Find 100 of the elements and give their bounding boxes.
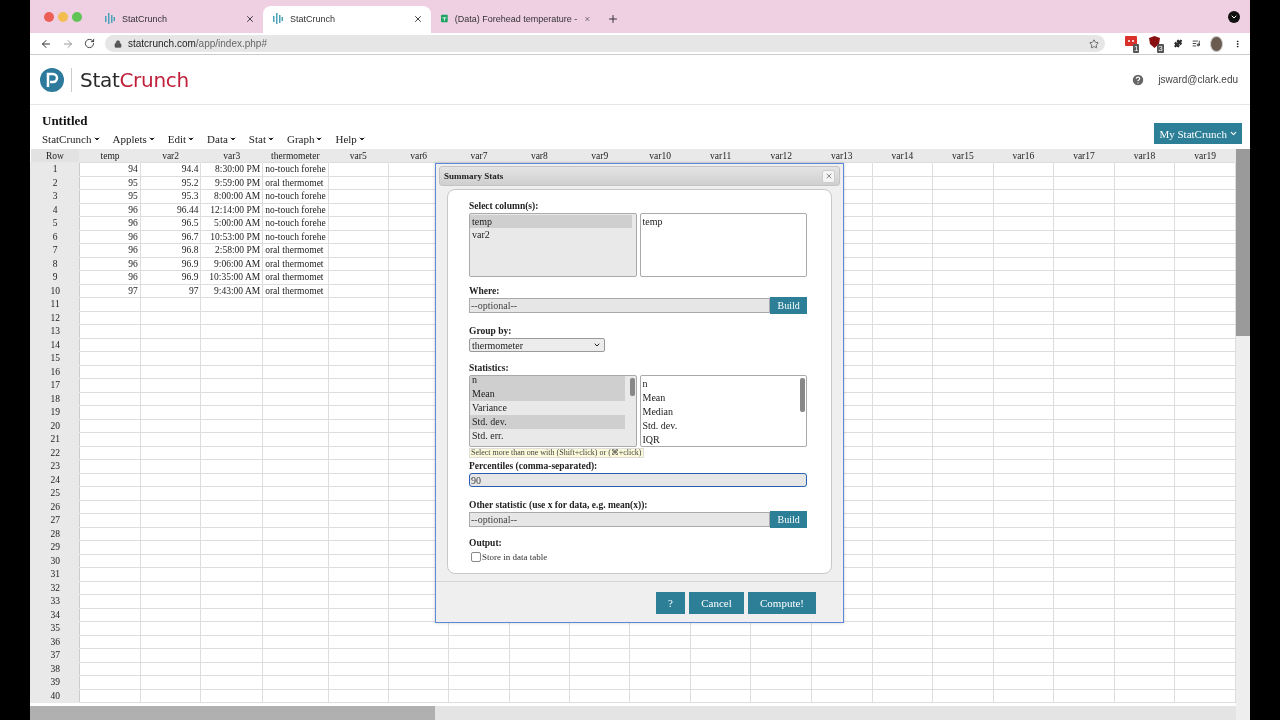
column-header[interactable]: var12 bbox=[750, 149, 812, 163]
caret-icon[interactable] bbox=[92, 135, 101, 143]
browser-tab[interactable]: (Data) Forehead temperature - bbox=[431, 6, 599, 33]
field-label: Other statistic (use x for data, e.g. mean(x)): bbox=[469, 500, 649, 511]
list-option[interactable]: Std. err. bbox=[470, 429, 625, 443]
column-header[interactable]: var18 bbox=[1114, 149, 1175, 163]
caret-icon[interactable] bbox=[593, 341, 601, 349]
percentiles-field[interactable]: 90 bbox=[469, 473, 807, 487]
spreadsheet-icon bbox=[441, 13, 448, 24]
close-icon[interactable] bbox=[413, 13, 423, 24]
list-option[interactable]: n bbox=[470, 376, 625, 387]
field-label: Group by: bbox=[469, 326, 513, 337]
menu-item[interactable]: Edit bbox=[167, 133, 196, 145]
column-header[interactable]: temp bbox=[79, 149, 141, 163]
dialog-button[interactable]: ? bbox=[656, 592, 685, 614]
scrollbar-thumb[interactable] bbox=[629, 378, 635, 396]
vertical-scrollbar[interactable] bbox=[1236, 149, 1250, 720]
list-option[interactable]: Std. dev. bbox=[470, 415, 625, 429]
list-option[interactable]: temp bbox=[470, 215, 632, 228]
column-header[interactable]: var10 bbox=[629, 149, 691, 163]
caret-icon[interactable] bbox=[357, 135, 366, 143]
avatar[interactable] bbox=[1210, 35, 1223, 52]
user-email[interactable]: jsward@clark.edu bbox=[1158, 74, 1238, 85]
puzzle-icon[interactable] bbox=[1173, 38, 1183, 49]
column-header[interactable]: var13 bbox=[811, 149, 873, 163]
build-button[interactable]: Build bbox=[770, 511, 807, 528]
tooltip: Select more than one with (Shift+click) or (⌘+click) bbox=[469, 448, 644, 458]
list-option[interactable]: var2 bbox=[470, 228, 632, 241]
where-field[interactable]: --optional-- bbox=[469, 298, 771, 313]
list-option[interactable]: Median bbox=[640, 405, 799, 419]
column-header[interactable]: var7 bbox=[448, 149, 510, 163]
list-option[interactable]: IQR bbox=[640, 433, 799, 446]
menu-item[interactable]: StatCrunch bbox=[42, 133, 101, 145]
caret-icon[interactable] bbox=[228, 135, 237, 143]
column-header[interactable]: var15 bbox=[932, 149, 994, 163]
media-icon[interactable] bbox=[1192, 38, 1201, 49]
table-cell: 94 bbox=[79, 162, 141, 176]
list-option[interactable]: Mean bbox=[640, 391, 799, 405]
back-icon[interactable] bbox=[40, 37, 52, 50]
checkbox-label: Store in data table bbox=[482, 552, 548, 562]
account-button[interactable]: My StatCrunch bbox=[1154, 123, 1242, 144]
selected-statistics-list[interactable]: n Mean Median Std. dev. IQR bbox=[639, 375, 807, 447]
column-header[interactable]: var19 bbox=[1174, 149, 1236, 163]
table-cell: 94.4 bbox=[140, 162, 201, 176]
menu-item[interactable]: Data bbox=[207, 133, 237, 145]
caret-icon[interactable] bbox=[147, 135, 156, 143]
bars-icon bbox=[105, 13, 115, 24]
column-header[interactable]: var9 bbox=[569, 149, 630, 163]
column-header[interactable]: var16 bbox=[993, 149, 1054, 163]
column-header[interactable]: var6 bbox=[388, 149, 449, 163]
column-header[interactable]: thermometer bbox=[262, 149, 329, 163]
column-header[interactable]: var5 bbox=[328, 149, 389, 163]
browser-tab[interactable]: StatCrunch bbox=[263, 6, 431, 33]
reload-icon[interactable] bbox=[84, 38, 95, 49]
logo-icon bbox=[40, 67, 64, 92]
column-list[interactable]: temp var2 bbox=[469, 213, 637, 277]
document-title: Untitled bbox=[42, 113, 89, 129]
column-header[interactable]: var14 bbox=[872, 149, 933, 163]
table-cell: 8:30:00 PM bbox=[200, 162, 263, 176]
menu-item[interactable]: Stat bbox=[248, 133, 275, 145]
browser-tab[interactable]: StatCrunch bbox=[95, 6, 263, 33]
list-option[interactable]: Mean bbox=[470, 387, 625, 401]
caret-icon[interactable] bbox=[315, 135, 324, 143]
menu-item[interactable]: Help bbox=[335, 133, 366, 145]
dialog-title: Summary Stats bbox=[444, 171, 504, 181]
field-label: Where: bbox=[469, 286, 501, 297]
star-icon[interactable] bbox=[1089, 38, 1099, 49]
menu-item[interactable]: Applets bbox=[112, 133, 156, 145]
column-header[interactable]: var11 bbox=[690, 149, 751, 163]
statistics-list[interactable]: n Mean Variance Std. dev. Std. err. bbox=[469, 375, 637, 447]
list-option[interactable]: temp bbox=[640, 215, 806, 228]
help-icon[interactable] bbox=[1131, 72, 1146, 87]
logo-wordmark: StatCrunch bbox=[80, 67, 190, 92]
other-statistic-field[interactable]: --optional-- bbox=[469, 512, 771, 527]
scrollbar-thumb[interactable] bbox=[800, 378, 805, 412]
column-header[interactable]: var17 bbox=[1053, 149, 1115, 163]
bars-icon bbox=[273, 13, 283, 24]
column-header[interactable]: var2 bbox=[140, 149, 201, 163]
row-number: 1 bbox=[30, 162, 80, 176]
column-header[interactable]: var3 bbox=[200, 149, 263, 163]
row-header[interactable]: Row bbox=[30, 149, 80, 163]
group-by-select[interactable]: thermometer bbox=[469, 338, 605, 352]
address-bar[interactable]: statcrunch.com/app/index.php# bbox=[105, 35, 1105, 52]
list-option[interactable]: Std. dev. bbox=[640, 419, 799, 433]
checkbox[interactable] bbox=[471, 552, 481, 562]
list-option[interactable]: n bbox=[640, 377, 799, 391]
menu-item[interactable]: Graph bbox=[286, 133, 324, 145]
lock-icon bbox=[114, 39, 122, 48]
dialog-button[interactable]: Cancel bbox=[689, 592, 744, 614]
caret-icon[interactable] bbox=[266, 135, 275, 143]
caret-icon[interactable] bbox=[187, 135, 196, 143]
field-label: Percentiles (comma-separated): bbox=[469, 461, 599, 472]
close-icon[interactable] bbox=[245, 13, 255, 24]
new-tab-icon[interactable] bbox=[607, 13, 619, 25]
build-button[interactable]: Build bbox=[770, 297, 807, 314]
horizontal-scrollbar[interactable] bbox=[30, 706, 1236, 720]
column-header[interactable]: var8 bbox=[509, 149, 570, 163]
selected-column-list[interactable]: temp bbox=[639, 213, 807, 277]
dialog-button[interactable]: Compute! bbox=[748, 592, 816, 614]
list-option[interactable]: Variance bbox=[470, 401, 625, 415]
